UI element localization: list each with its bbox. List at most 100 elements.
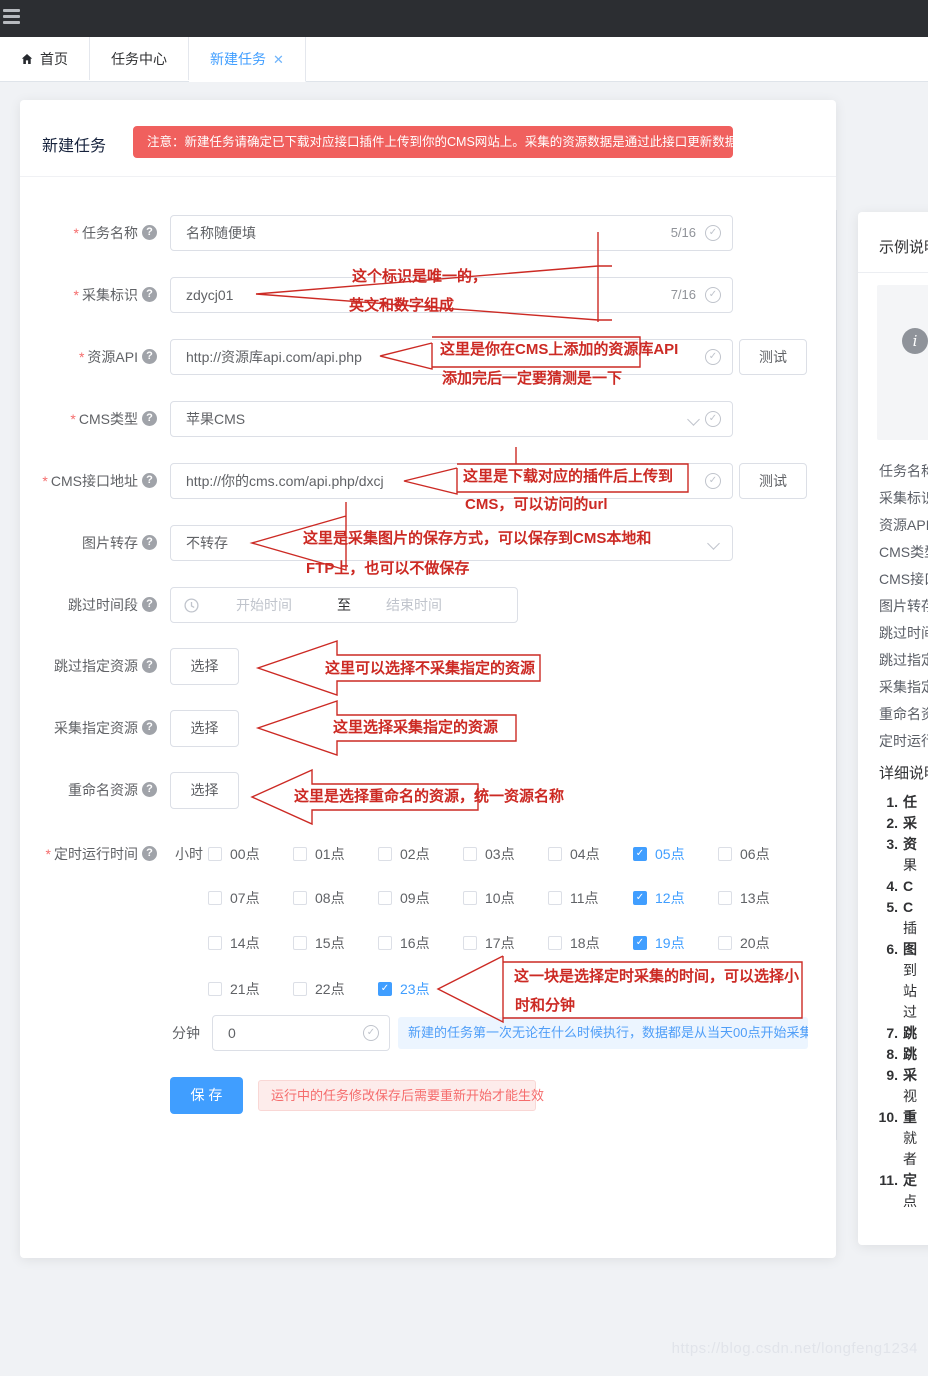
hour-checkbox-11[interactable]: 11点 — [548, 888, 633, 908]
hour-checkbox-08[interactable]: 08点 — [293, 888, 378, 908]
hour-checkbox-18[interactable]: 18点 — [548, 933, 633, 953]
hour-checkbox-12[interactable]: 12点 — [633, 888, 718, 908]
checkbox-checked-icon — [633, 847, 647, 861]
menu-icon[interactable] — [3, 9, 20, 28]
range-separator: 至 — [337, 588, 351, 622]
end-time-input[interactable]: 结束时间 — [386, 588, 442, 622]
example-help-panel: 示例说明 任务名称 采集标识 资源API CMS类型 CMS接口地址 图片转存 … — [858, 212, 928, 1245]
skip-time-range-picker[interactable]: 开始时间 至 结束时间 — [170, 587, 518, 623]
field-label-collect-resource: 采集指定资源 — [20, 718, 138, 738]
minute-input[interactable]: 0 — [212, 1015, 390, 1051]
collect-resource-select-button[interactable]: 选择 — [170, 710, 239, 747]
checkbox-icon — [208, 891, 222, 905]
hour-checkbox-06[interactable]: 06点 — [718, 844, 803, 864]
hour-checkbox-21[interactable]: 21点 — [208, 979, 293, 999]
help-icon[interactable] — [142, 287, 157, 302]
notice-banner: 注意：新建任务请确定已下载对应接口插件上传到你的CMS网站上。采集的资源数据是通… — [133, 126, 733, 158]
cms-type-select[interactable]: 苹果CMS — [170, 401, 733, 437]
help-icon[interactable] — [142, 846, 157, 861]
cms-api-input[interactable]: http://你的cms.com/api.php/dxcj — [170, 463, 733, 499]
hour-checkbox-00[interactable]: 00点 — [208, 844, 293, 864]
help-icon[interactable] — [142, 349, 157, 364]
help-icon[interactable] — [142, 658, 157, 673]
save-warning-note: 运行中的任务修改保存后需要重新开始才能生效 — [258, 1080, 536, 1111]
checkbox-icon — [208, 936, 222, 950]
hour-checkbox-09[interactable]: 09点 — [378, 888, 463, 908]
list-item: 1.任 — [868, 792, 928, 813]
checkbox-icon — [208, 982, 222, 996]
hour-checkbox-04[interactable]: 04点 — [548, 844, 633, 864]
hour-checkbox-23[interactable]: 23点 — [378, 979, 463, 999]
checkbox-checked-icon — [633, 936, 647, 950]
hour-checkbox-17[interactable]: 17点 — [463, 933, 548, 953]
help-icon[interactable] — [142, 597, 157, 612]
checkbox-icon — [548, 936, 562, 950]
image-transfer-select[interactable]: 不转存 — [170, 525, 733, 561]
checkbox-icon — [293, 936, 307, 950]
chevron-down-icon — [707, 537, 720, 550]
hour-checkbox-15[interactable]: 15点 — [293, 933, 378, 953]
test-cms-api-button[interactable]: 测试 — [739, 463, 807, 499]
hour-checkbox-13[interactable]: 13点 — [718, 888, 803, 908]
task-name-input[interactable]: 名称随便填 5/16 — [170, 215, 733, 251]
help-icon[interactable] — [142, 720, 157, 735]
checkbox-icon — [293, 891, 307, 905]
hour-checkbox-19[interactable]: 19点 — [633, 933, 718, 953]
sidebar-field-list: 任务名称 采集标识 资源API CMS类型 CMS接口地址 图片转存 跳过时间段… — [879, 458, 928, 755]
sidebar-title: 示例说明 — [879, 236, 928, 257]
hour-checkbox-02[interactable]: 02点 — [378, 844, 463, 864]
start-time-input[interactable]: 开始时间 — [236, 588, 292, 622]
clock-icon — [184, 598, 199, 613]
example-image-placeholder — [877, 285, 928, 440]
input-value: 0 — [228, 1016, 236, 1050]
collect-id-input[interactable]: zdycj01 7/16 — [170, 277, 733, 313]
check-circle-icon — [705, 473, 721, 489]
list-item: 图片转存 — [879, 593, 928, 620]
hour-checkbox-14[interactable]: 14点 — [208, 933, 293, 953]
checkbox-icon — [548, 847, 562, 861]
field-label-cms-type: CMS类型 — [20, 409, 138, 429]
checkbox-icon — [463, 891, 477, 905]
help-icon[interactable] — [142, 411, 157, 426]
check-circle-icon — [705, 349, 721, 365]
top-bar — [0, 0, 928, 37]
checkbox-icon — [718, 847, 732, 861]
resource-api-input[interactable]: http://资源库api.com/api.php — [170, 339, 733, 375]
sidebar-details-title: 详细说明 — [879, 762, 928, 783]
tab-home[interactable]: 首页 — [0, 37, 90, 80]
rename-resource-select-button[interactable]: 选择 — [170, 772, 239, 809]
check-circle-icon — [705, 411, 721, 427]
checkbox-icon — [378, 936, 392, 950]
chevron-down-icon — [687, 413, 700, 426]
input-value: 名称随便填 — [186, 216, 256, 250]
hour-row-3: 14点 15点 16点 17点 18点 19点 20点 — [208, 933, 803, 953]
hour-checkbox-07[interactable]: 07点 — [208, 888, 293, 908]
sidebar-details-list: 1.任 2.采 3.资果 4.C 5.C插 6.图到站过 7.跳 8.跳 9.采… — [868, 792, 928, 1212]
hour-checkbox-22[interactable]: 22点 — [293, 979, 378, 999]
check-circle-icon — [363, 1025, 379, 1041]
checkbox-icon — [208, 847, 222, 861]
close-icon[interactable] — [273, 53, 284, 66]
hour-checkbox-01[interactable]: 01点 — [293, 844, 378, 864]
test-resource-api-button[interactable]: 测试 — [739, 339, 807, 375]
list-item: 定时运行时间 — [879, 728, 928, 755]
skip-resource-select-button[interactable]: 选择 — [170, 648, 239, 685]
tab-new-task[interactable]: 新建任务 — [189, 37, 306, 82]
help-icon[interactable] — [142, 535, 157, 550]
list-item: 跳过指定资源 — [879, 647, 928, 674]
save-button[interactable]: 保 存 — [170, 1077, 243, 1114]
help-icon[interactable] — [142, 473, 157, 488]
field-label-cms-api: CMS接口地址 — [20, 471, 138, 491]
select-value: 不转存 — [186, 526, 228, 560]
hour-checkbox-16[interactable]: 16点 — [378, 933, 463, 953]
help-icon[interactable] — [142, 782, 157, 797]
tab-task-center[interactable]: 任务中心 — [90, 37, 189, 80]
hour-checkbox-05[interactable]: 05点 — [633, 844, 718, 864]
list-item: 2.采 — [868, 813, 928, 834]
hour-checkbox-10[interactable]: 10点 — [463, 888, 548, 908]
header-divider — [20, 176, 836, 177]
help-icon[interactable] — [142, 225, 157, 240]
hour-checkbox-03[interactable]: 03点 — [463, 844, 548, 864]
list-item: 10.重就者 — [868, 1107, 928, 1170]
hour-checkbox-20[interactable]: 20点 — [718, 933, 803, 953]
